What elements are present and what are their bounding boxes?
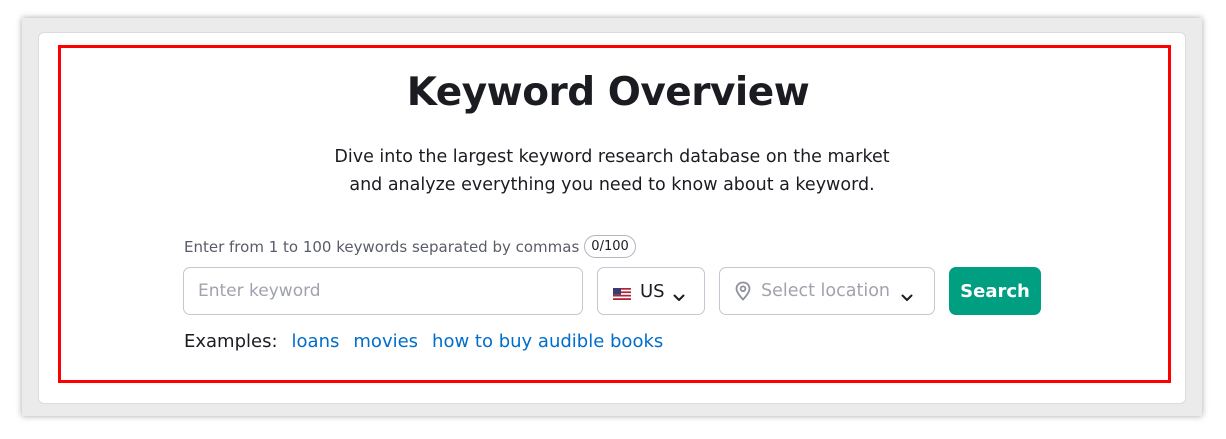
examples-label: Examples: [184, 331, 278, 352]
database-select[interactable]: US [597, 267, 705, 315]
keyword-hint: Enter from 1 to 100 keywords separated b… [184, 235, 636, 258]
location-pin-icon [734, 281, 752, 301]
keyword-hint-text: Enter from 1 to 100 keywords separated b… [184, 237, 580, 256]
subtitle-line-1: Dive into the largest keyword research d… [334, 147, 890, 167]
keyword-input[interactable] [183, 267, 583, 315]
search-button[interactable]: Search [949, 267, 1041, 315]
location-select[interactable]: Select location [719, 267, 935, 315]
database-label: US [640, 280, 665, 302]
example-link-loans[interactable]: loans [292, 331, 340, 352]
chevron-down-icon [901, 287, 913, 301]
example-link-movies[interactable]: movies [353, 331, 418, 352]
subtitle-line-2: and analyze everything you need to know … [349, 175, 875, 195]
location-placeholder: Select location [761, 281, 890, 301]
page-title: Keyword Overview [406, 70, 810, 115]
keyword-counter-badge: 0/100 [584, 235, 636, 258]
examples-row: Examples: loans movies how to buy audibl… [184, 331, 677, 352]
us-flag-icon [613, 285, 631, 300]
chevron-down-icon [673, 287, 685, 301]
page-subtitle: Dive into the largest keyword research d… [0, 143, 1224, 199]
example-link-audible-books[interactable]: how to buy audible books [432, 331, 663, 352]
